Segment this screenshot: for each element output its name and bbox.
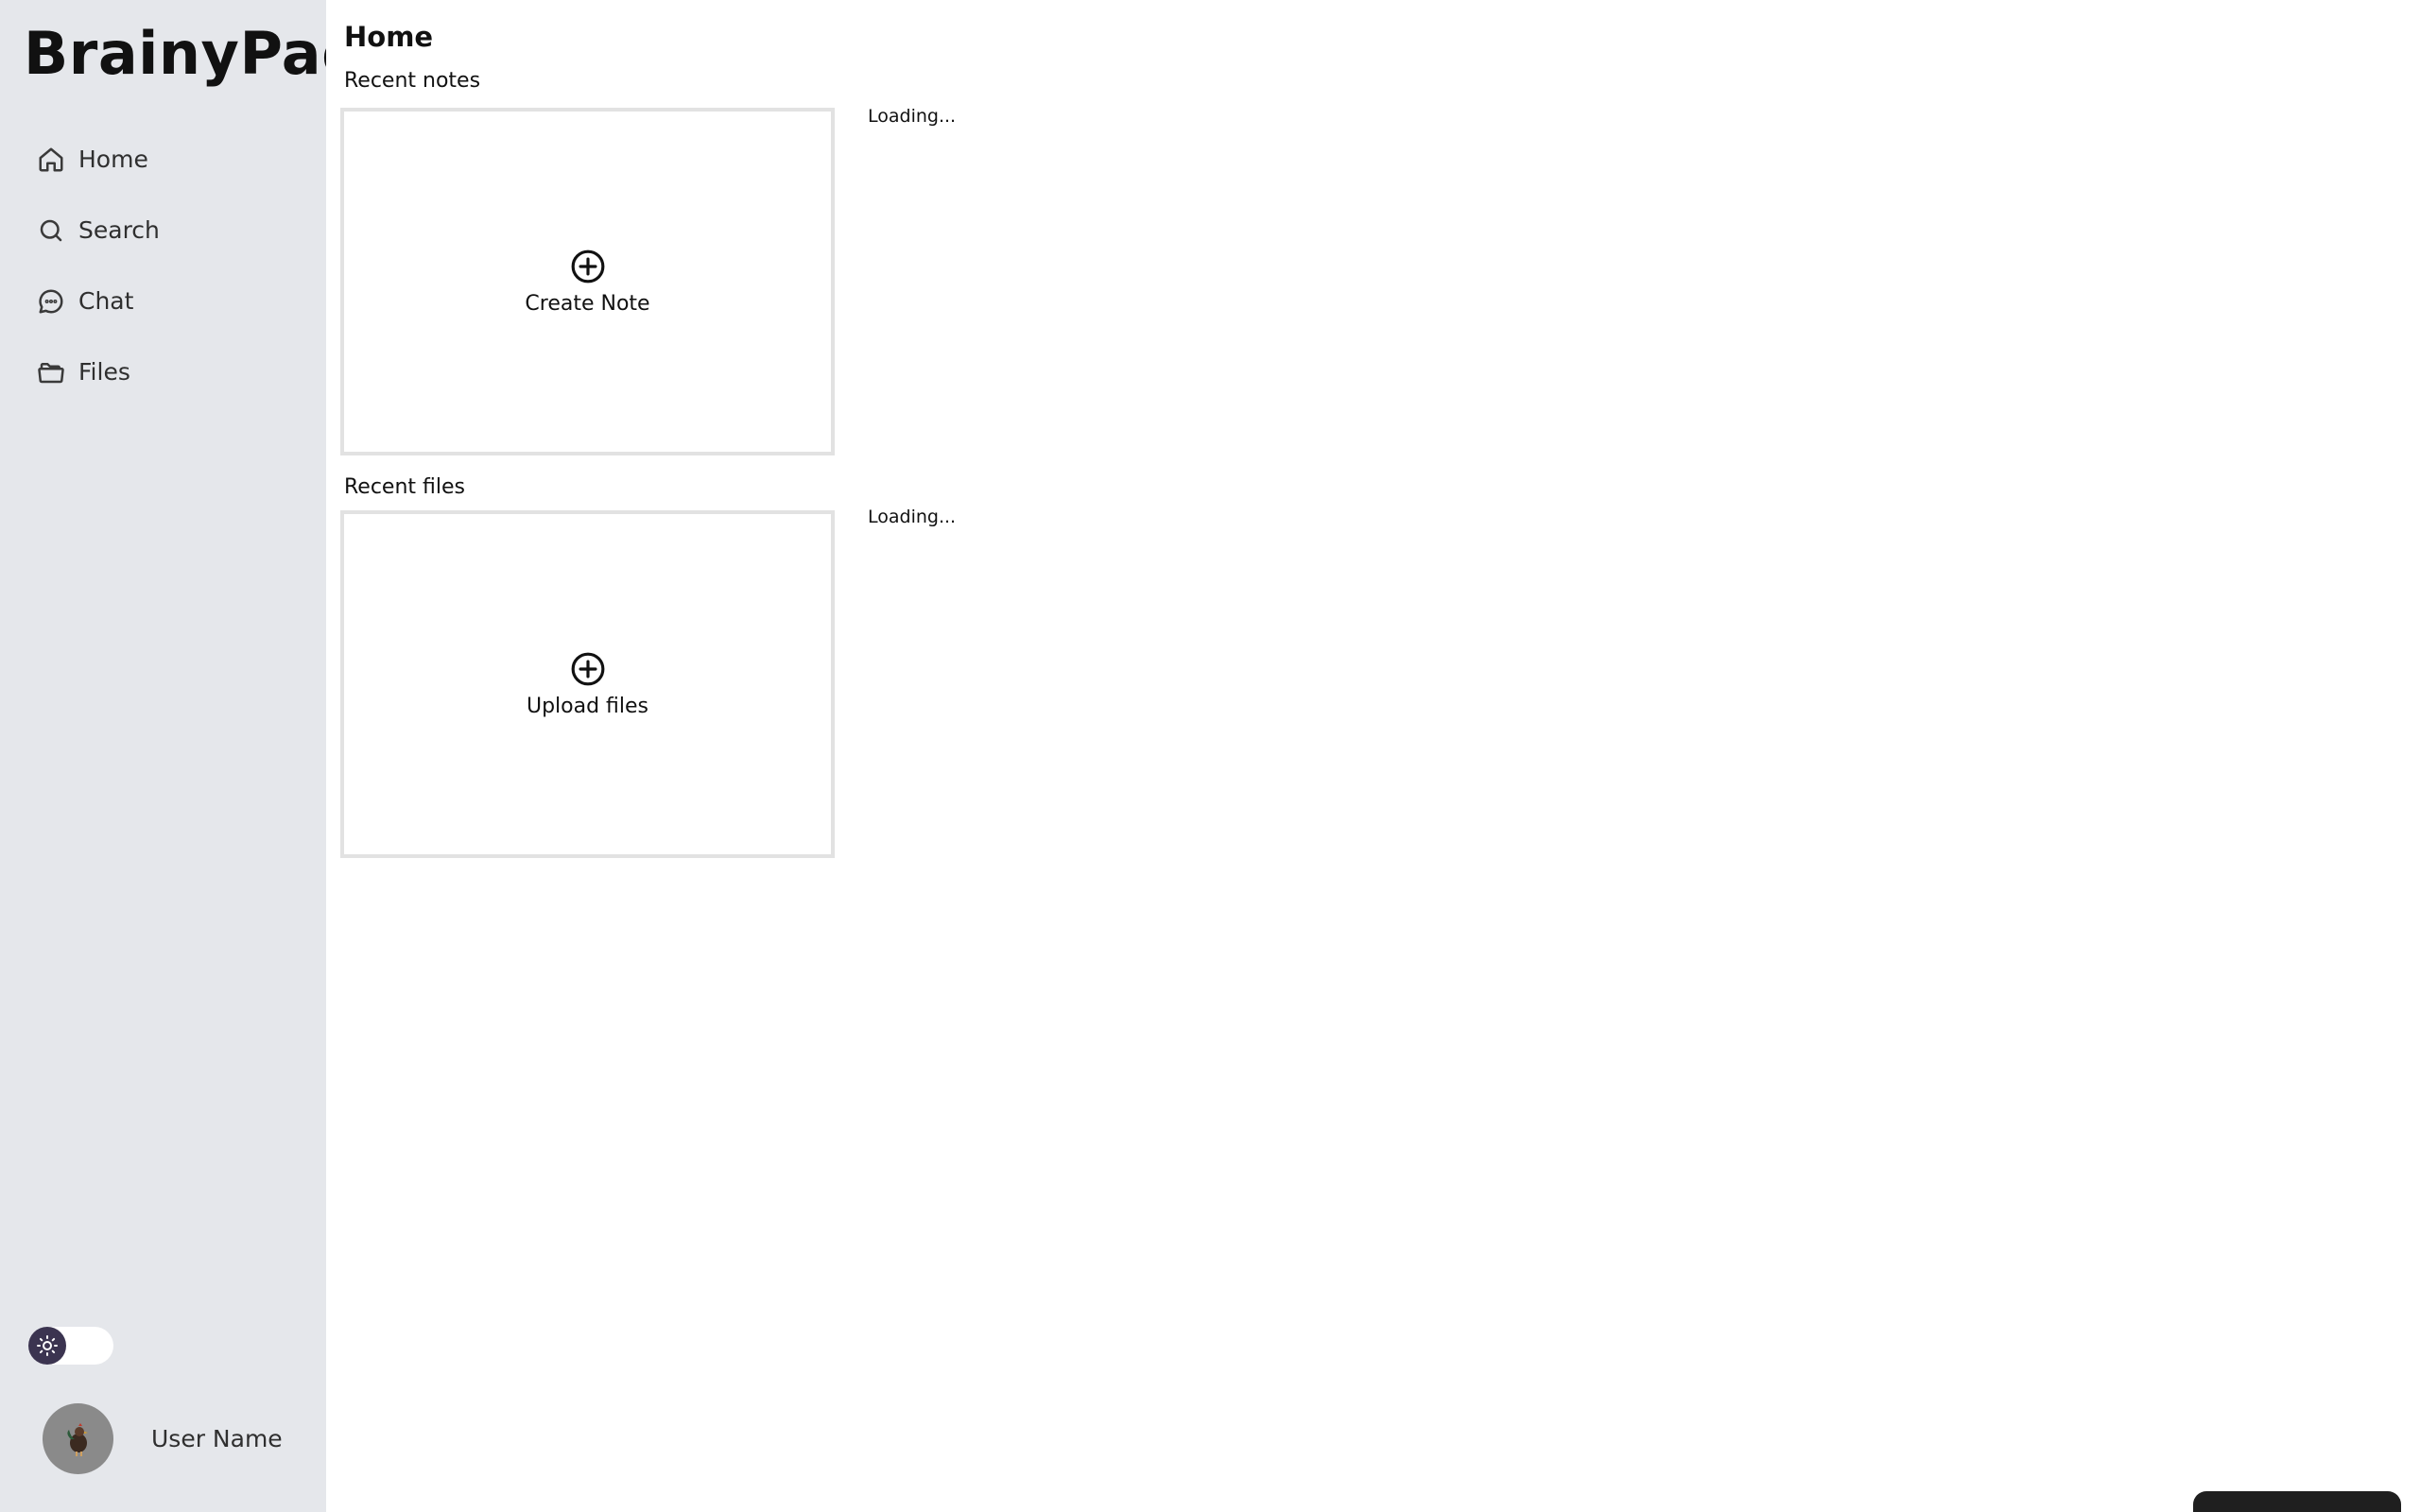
theme-toggle[interactable] [28,1327,113,1365]
sidebar-item-label: Files [78,358,130,386]
app-logo[interactable]: BrainyPad [24,19,364,88]
sidebar-item-label: Home [78,146,148,173]
chat-icon [36,286,66,317]
sidebar-item-label: Chat [78,287,134,315]
floating-toolbar[interactable] [2193,1491,2401,1512]
page-title: Home [344,21,434,53]
files-loading-status: Loading... [868,507,957,527]
folder-icon [36,357,66,387]
create-note-card[interactable]: Create Note [340,108,835,455]
avatar [43,1403,113,1474]
sidebar-item-files[interactable]: Files [36,351,310,393]
sidebar-item-home[interactable]: Home [36,138,310,180]
sidebar-item-label: Search [78,216,160,244]
plus-circle-icon [570,651,606,691]
sidebar: BrainyPad Home Search Chat Files User Na… [0,0,363,1512]
plus-circle-icon [570,249,606,288]
create-note-label: Create Note [525,291,650,316]
app-root: BrainyPad Home Search Chat Files User Na… [0,0,2420,1512]
home-icon [36,145,66,175]
sidebar-nav: Home Search Chat Files [36,138,310,421]
sun-icon [28,1327,66,1365]
recent-files-title: Recent files [344,475,465,499]
main-content: Home Recent notes Create Note Loading...… [326,0,2420,1512]
upload-files-card[interactable]: Upload files [340,510,835,858]
user-name: User Name [151,1425,283,1452]
notes-loading-status: Loading... [868,106,957,127]
avatar-icon [66,1422,88,1456]
sidebar-item-search[interactable]: Search [36,209,310,251]
recent-notes-title: Recent notes [344,69,481,93]
search-icon [36,215,66,246]
user-profile[interactable]: User Name [43,1403,283,1474]
upload-files-label: Upload files [526,694,649,718]
sidebar-item-chat[interactable]: Chat [36,280,310,322]
